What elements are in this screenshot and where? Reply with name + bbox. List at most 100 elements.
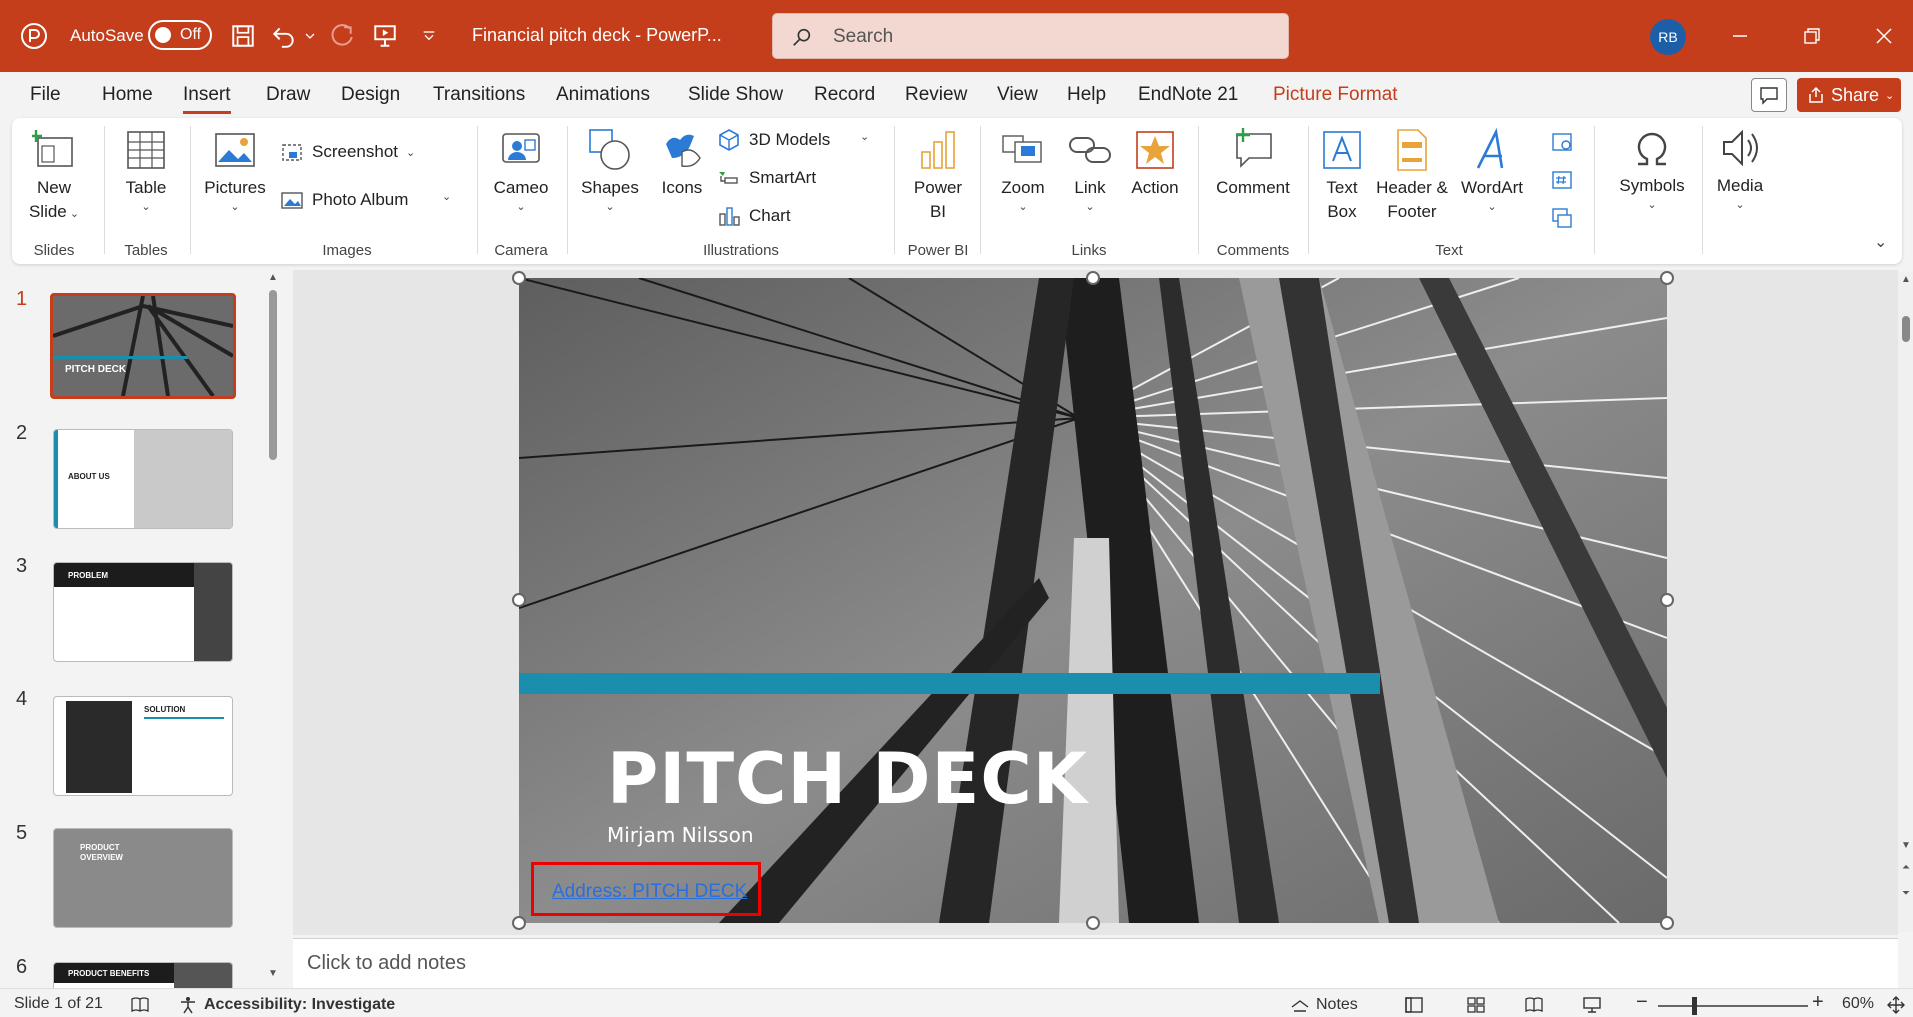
pictures-button[interactable]: Pictures ⌄: [202, 128, 268, 214]
zoom-slider[interactable]: [1658, 1005, 1808, 1007]
tab-slide-show[interactable]: Slide Show: [688, 84, 783, 106]
icons-button[interactable]: Icons: [652, 128, 712, 200]
fit-slide-icon[interactable]: [1886, 995, 1906, 1015]
scrollbar-thumb[interactable]: [269, 290, 277, 460]
link-button[interactable]: Link ⌄: [1062, 128, 1118, 214]
slide-title[interactable]: PITCH DECK: [607, 738, 1088, 820]
document-title[interactable]: Financial pitch deck - PowerP...: [472, 25, 722, 46]
thumbnails-scrollbar[interactable]: ▲ ▼: [266, 272, 280, 984]
zoom-button[interactable]: Zoom ⌄: [990, 128, 1056, 214]
slide-number-button[interactable]: [1550, 168, 1574, 192]
slide-thumbnail-4[interactable]: SOLUTION: [53, 696, 233, 796]
slide-thumbnail-2[interactable]: ABOUT US: [53, 429, 233, 529]
slide-thumbnail-5[interactable]: PRODUCT OVERVIEW: [53, 828, 233, 928]
resize-handle-left[interactable]: [512, 593, 526, 607]
zoom-level[interactable]: 60%: [1842, 995, 1874, 1013]
slide-show-icon[interactable]: [1582, 995, 1602, 1015]
scroll-down-arrow-icon[interactable]: ▼: [266, 968, 280, 982]
smartart-button[interactable]: SmartArt: [717, 166, 816, 190]
undo-icon[interactable]: [268, 20, 300, 52]
resize-handle-top-right[interactable]: [1660, 271, 1674, 285]
date-time-button[interactable]: [1550, 130, 1574, 154]
tab-insert[interactable]: Insert: [183, 84, 231, 114]
avatar[interactable]: RB: [1650, 19, 1686, 55]
tab-draw[interactable]: Draw: [266, 84, 310, 106]
tab-record[interactable]: Record: [814, 84, 875, 106]
resize-handle-bottom[interactable]: [1086, 916, 1100, 930]
text-box-button[interactable]: Text Box: [1318, 128, 1366, 224]
resize-handle-top[interactable]: [1086, 271, 1100, 285]
search-input[interactable]: [833, 22, 1273, 52]
zoom-in-icon[interactable]: +: [1812, 991, 1824, 1014]
scroll-up-arrow-icon[interactable]: ▲: [266, 272, 280, 286]
accessibility-button[interactable]: Accessibility: Investigate: [178, 995, 395, 1015]
close-icon[interactable]: [1864, 18, 1904, 54]
slide-sorter-icon[interactable]: [1466, 995, 1486, 1015]
notes-placeholder[interactable]: Click to add notes: [307, 952, 466, 975]
zoom-slider-thumb[interactable]: [1692, 997, 1697, 1015]
table-button[interactable]: Table ⌄: [116, 128, 176, 214]
tab-review[interactable]: Review: [905, 84, 967, 106]
symbols-button[interactable]: Symbols ⌄: [1604, 126, 1700, 212]
photo-album-button[interactable]: Photo Album: [280, 188, 408, 212]
previous-slide-icon[interactable]: ⏶: [1899, 862, 1913, 876]
canvas-scrollbar[interactable]: ▲ ▼ ⏶ ⏷: [1898, 272, 1913, 932]
save-icon[interactable]: [227, 20, 259, 52]
media-button[interactable]: Media ⌄: [1704, 126, 1776, 212]
zoom-out-icon[interactable]: −: [1636, 991, 1648, 1014]
photo-album-chevron-icon[interactable]: ⌄: [442, 190, 451, 203]
restore-icon[interactable]: [1792, 18, 1832, 54]
shapes-button[interactable]: Shapes ⌄: [577, 128, 643, 214]
resize-handle-bottom-right[interactable]: [1660, 916, 1674, 930]
undo-dropdown-chevron-icon[interactable]: [298, 20, 322, 52]
tab-view[interactable]: View: [997, 84, 1038, 106]
screenshot-button[interactable]: Screenshot ⌄: [280, 140, 415, 164]
slide-author[interactable]: Mirjam Nilsson: [607, 823, 754, 847]
comment-button[interactable]: Comment: [1208, 128, 1298, 200]
slide-thumbnail-6[interactable]: PRODUCT BENEFITS: [53, 962, 233, 988]
3d-models-button[interactable]: 3D Models: [717, 128, 830, 152]
spelling-book-icon[interactable]: [130, 995, 150, 1015]
3d-models-chevron-icon[interactable]: ⌄: [860, 130, 869, 143]
resize-handle-top-left[interactable]: [512, 271, 526, 285]
new-slide-button[interactable]: New Slide ⌄: [20, 128, 88, 226]
notes-toggle-button[interactable]: Notes: [1290, 995, 1358, 1015]
tab-picture-format[interactable]: Picture Format: [1273, 84, 1398, 106]
share-button[interactable]: Share ⌄: [1797, 78, 1901, 112]
slide-counter[interactable]: Slide 1 of 21: [14, 995, 103, 1013]
tab-design[interactable]: Design: [341, 84, 400, 106]
chart-button[interactable]: Chart: [717, 204, 791, 228]
next-slide-icon[interactable]: ⏷: [1899, 888, 1913, 902]
wordart-button[interactable]: WordArt ⌄: [1456, 128, 1528, 214]
customize-toolbar-icon[interactable]: [414, 20, 444, 52]
reading-view-icon[interactable]: [1524, 995, 1544, 1015]
tab-animations[interactable]: Animations: [556, 84, 650, 106]
resize-handle-right[interactable]: [1660, 593, 1674, 607]
scroll-down-arrow-icon[interactable]: ▼: [1899, 840, 1913, 854]
tab-endnote[interactable]: EndNote 21: [1138, 84, 1238, 106]
comments-button[interactable]: [1751, 78, 1787, 112]
header-footer-button[interactable]: Header & Footer: [1374, 128, 1450, 224]
scroll-up-arrow-icon[interactable]: ▲: [1899, 274, 1913, 288]
tab-home[interactable]: Home: [102, 84, 153, 106]
autosave-toggle[interactable]: Off: [148, 20, 212, 50]
slide-thumbnail-3[interactable]: PROBLEM: [53, 562, 233, 662]
search-box[interactable]: [772, 13, 1289, 59]
tab-help[interactable]: Help: [1067, 84, 1106, 106]
tab-transitions[interactable]: Transitions: [433, 84, 525, 106]
slide-thumbnail-1[interactable]: PITCH DECK: [50, 293, 236, 399]
ribbon-expand-chevron-icon[interactable]: ⌄: [1874, 232, 1887, 252]
start-from-beginning-icon[interactable]: [369, 20, 401, 52]
scrollbar-thumb[interactable]: [1902, 316, 1910, 342]
slide-1[interactable]: PITCH DECK Mirjam Nilsson Address: PITCH…: [519, 278, 1667, 923]
resize-handle-bottom-left[interactable]: [512, 916, 526, 930]
object-button[interactable]: [1550, 206, 1574, 230]
minimize-icon[interactable]: [1720, 18, 1760, 54]
cameo-button[interactable]: Cameo ⌄: [488, 128, 554, 214]
tab-file[interactable]: File: [30, 84, 61, 106]
normal-view-icon[interactable]: [1404, 995, 1424, 1015]
action-button[interactable]: Action: [1122, 128, 1188, 200]
notes-pane[interactable]: Click to add notes: [293, 938, 1898, 988]
power-bi-button[interactable]: Power BI: [906, 128, 970, 224]
redo-icon[interactable]: [326, 20, 358, 52]
